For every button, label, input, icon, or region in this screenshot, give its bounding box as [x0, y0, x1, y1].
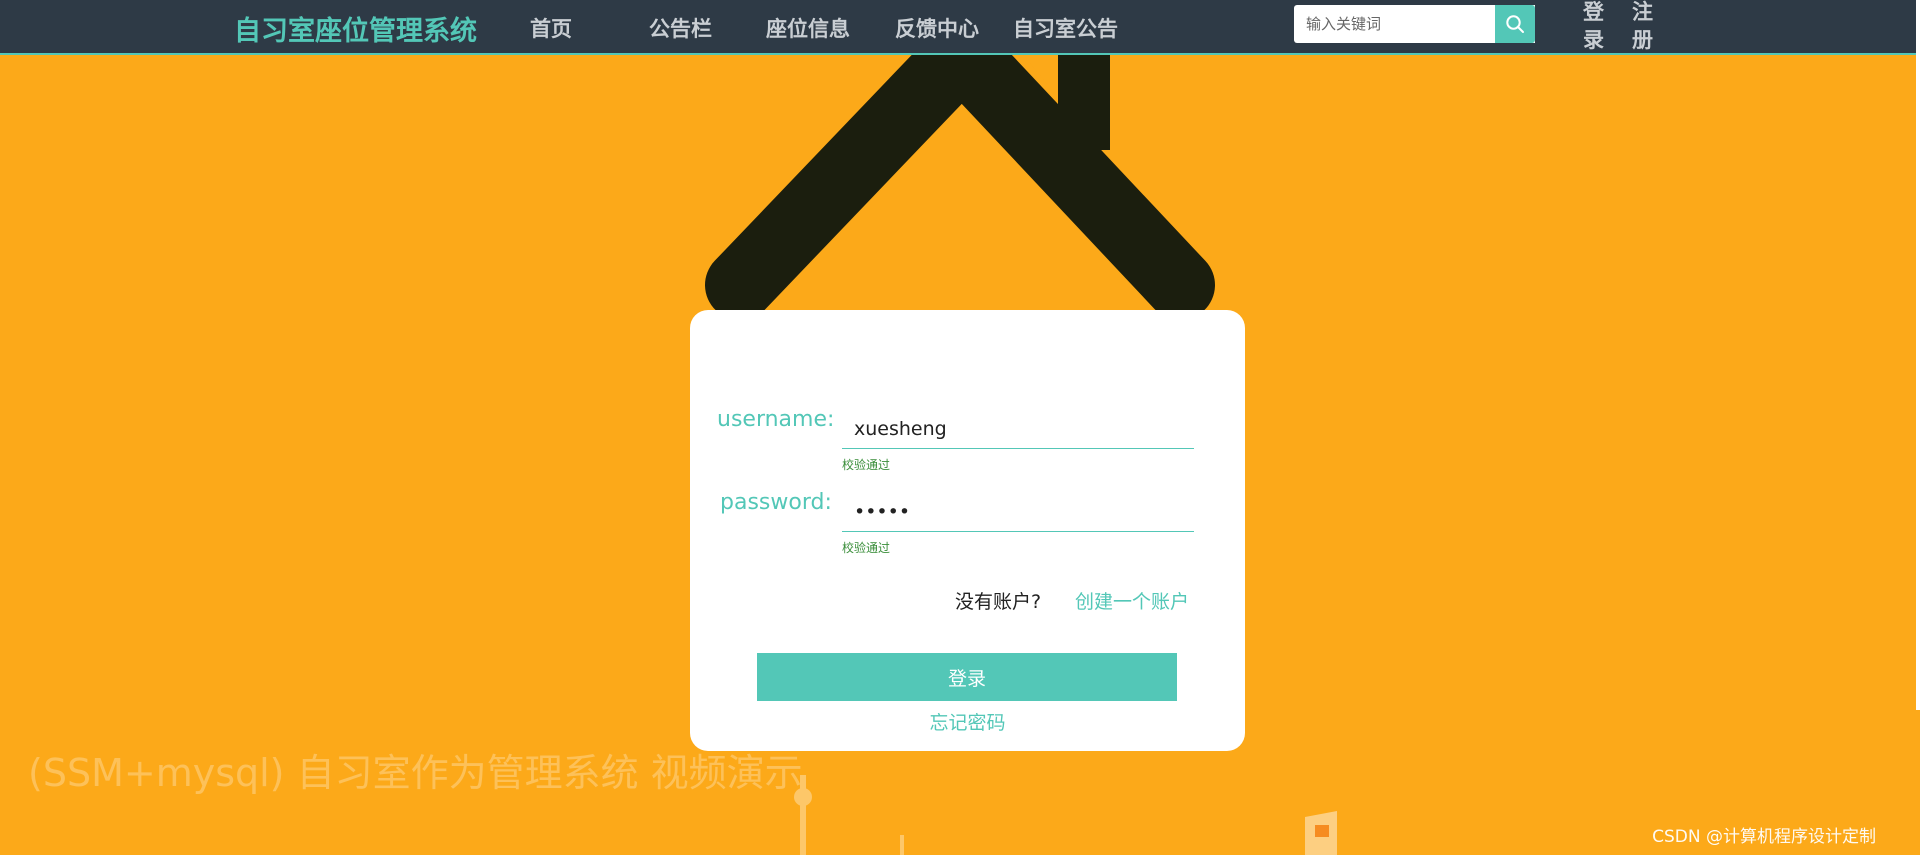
- nav-bulletin[interactable]: 公告栏: [649, 13, 712, 43]
- nav-seat-info[interactable]: 座位信息: [766, 13, 850, 43]
- register-link-char-1: 注: [1632, 0, 1653, 24]
- city-silhouette: [794, 775, 904, 855]
- roof-chimney: [1058, 55, 1110, 150]
- top-navbar: 自习室座位管理系统 首页 公告栏 座位信息 反馈中心 自习室公告 登 录 注 册: [0, 0, 1920, 55]
- login-link-char-1: 登: [1583, 0, 1604, 24]
- login-link-char-2: 录: [1583, 28, 1604, 52]
- page-scrollbar[interactable]: [1916, 0, 1920, 710]
- login-button[interactable]: 登录: [757, 653, 1177, 701]
- login-card: username: 校验通过 password: 校验通过 没有账户? 创建一个…: [690, 310, 1245, 751]
- username-valid-message: 校验通过: [842, 458, 891, 472]
- nav-home[interactable]: 首页: [530, 13, 572, 43]
- nav-feedback[interactable]: 反馈中心: [895, 13, 979, 43]
- password-input[interactable]: [842, 492, 1194, 532]
- password-label: password:: [720, 490, 832, 515]
- no-account-text: 没有账户?: [955, 591, 1042, 613]
- roof-notch: [1023, 55, 1048, 85]
- signboard: [1305, 811, 1337, 855]
- site-brand[interactable]: 自习室座位管理系统: [234, 9, 477, 48]
- username-label: username:: [717, 407, 835, 432]
- login-link[interactable]: 登 录: [1583, 0, 1604, 54]
- username-input[interactable]: [842, 409, 1194, 449]
- search-icon: [1506, 15, 1524, 33]
- password-valid-message: 校验通过: [842, 541, 891, 555]
- register-link[interactable]: 注 册: [1632, 0, 1653, 54]
- register-link-char-2: 册: [1632, 28, 1653, 52]
- search-button[interactable]: [1495, 5, 1535, 43]
- nav-room-notice[interactable]: 自习室公告: [1013, 13, 1118, 43]
- roof-shape: [705, 55, 1215, 320]
- create-account-link[interactable]: 创建一个账户: [1075, 587, 1189, 614]
- video-watermark: (SSM+mysql) 自习室作为管理系统 视频演示: [28, 751, 803, 795]
- csdn-credit: CSDN @计算机程序设计定制: [1652, 827, 1876, 847]
- forgot-password-link[interactable]: 忘记密码: [690, 708, 1245, 735]
